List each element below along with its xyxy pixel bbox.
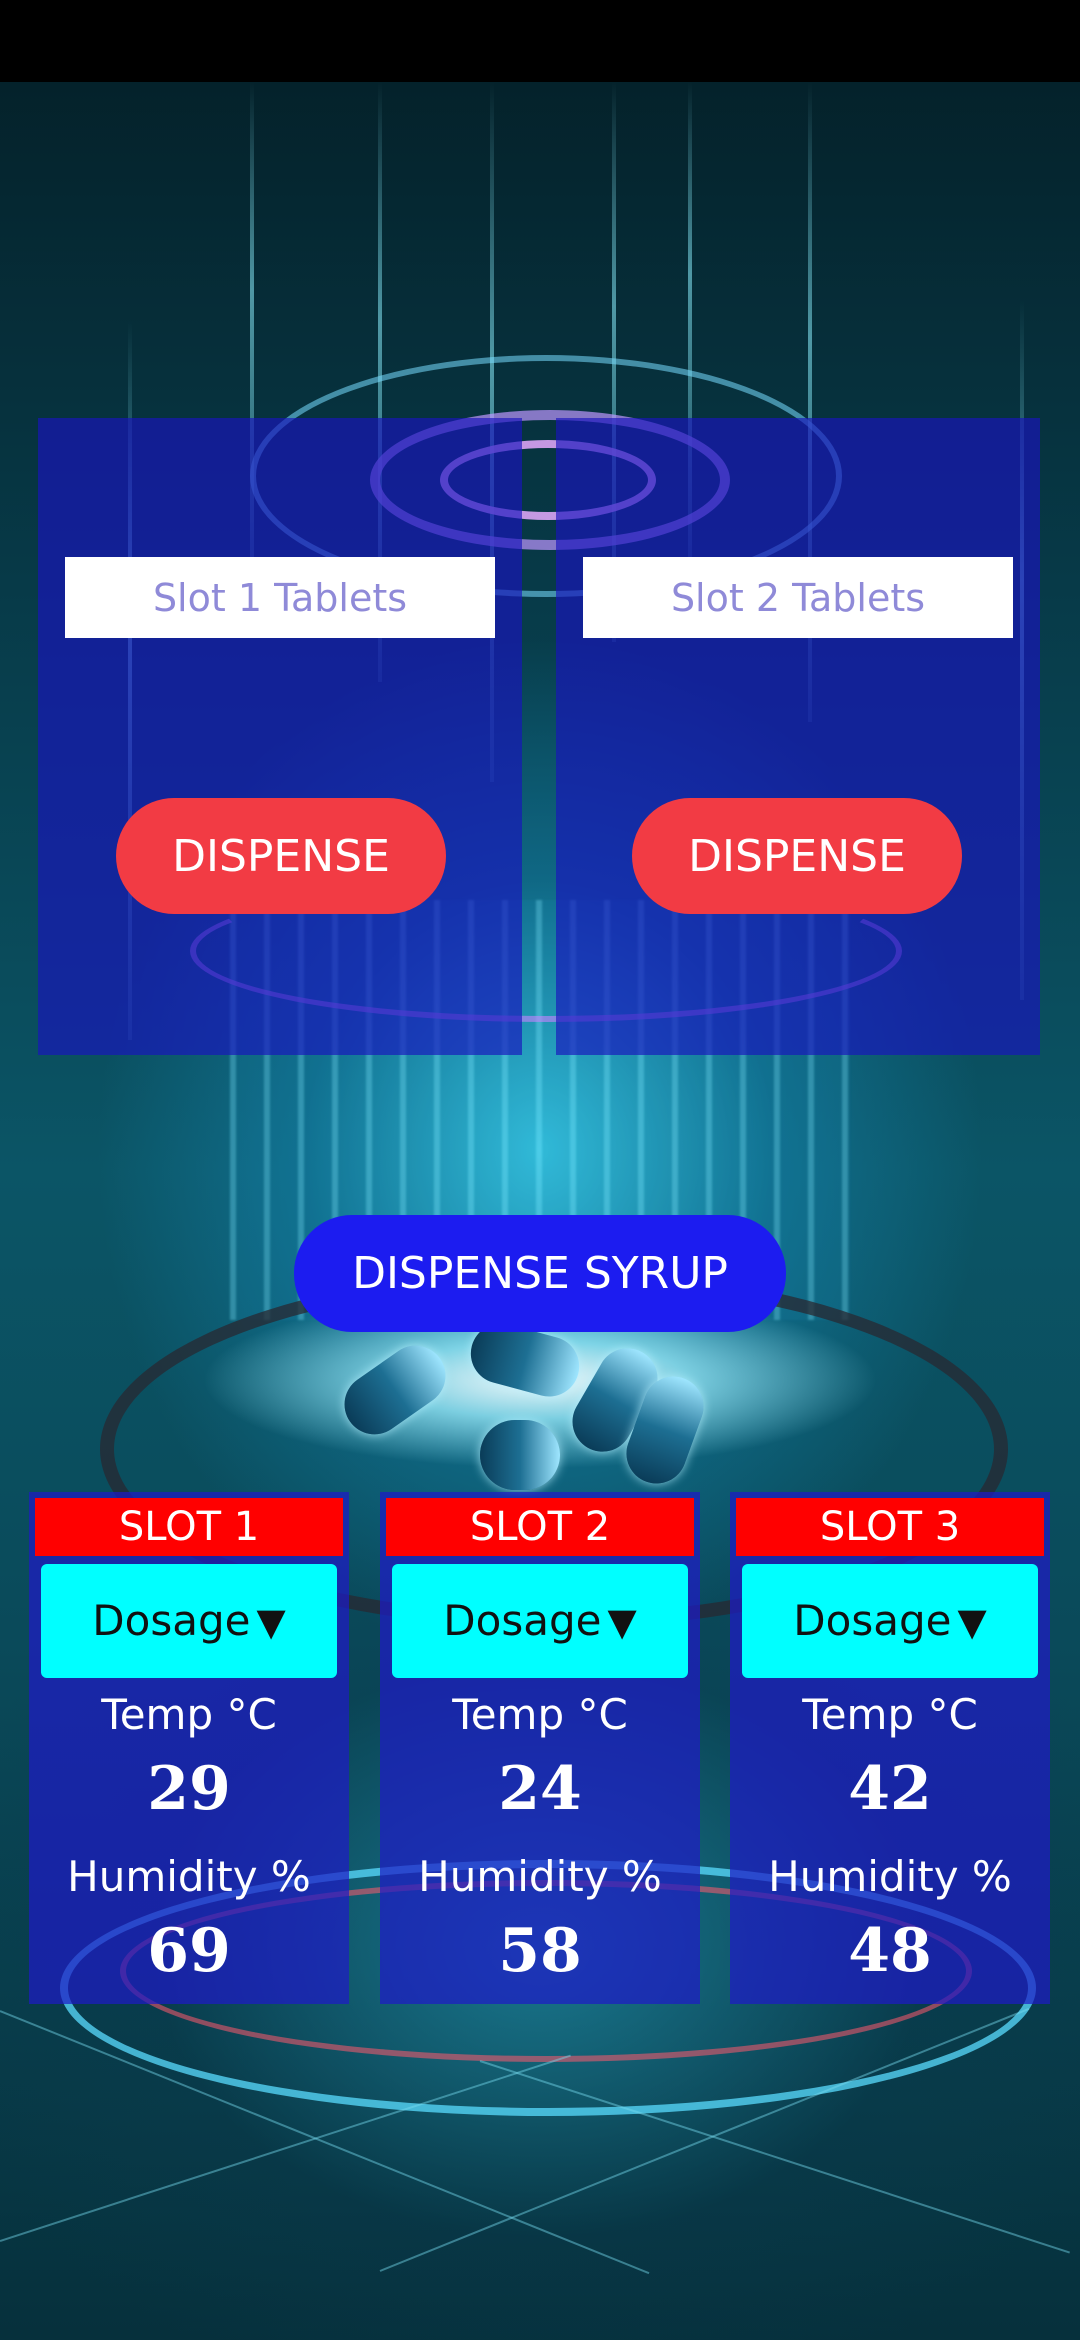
humidity-label: Humidity % bbox=[67, 1852, 311, 1901]
humidity-value: 69 bbox=[147, 1916, 231, 1986]
slot-title: SLOT 3 bbox=[736, 1498, 1044, 1556]
dispense-syrup-button[interactable]: DISPENSE SYRUP bbox=[294, 1215, 786, 1332]
temp-label: Temp °C bbox=[452, 1690, 628, 1739]
slot-1-dosage-dropdown[interactable]: Dosage ▼ bbox=[41, 1564, 337, 1678]
slot-1-tablets-input[interactable] bbox=[65, 557, 495, 638]
temp-value: 24 bbox=[498, 1754, 582, 1824]
slot-card-3: SLOT 3 Dosage ▼ Temp °C 42 Humidity % 48 bbox=[730, 1492, 1050, 2004]
temp-value: 42 bbox=[848, 1754, 932, 1824]
dropdown-arrow-icon: ▼ bbox=[957, 1600, 987, 1644]
tablet-panel-slot-2: DISPENSE bbox=[556, 418, 1040, 1055]
slot-title: SLOT 1 bbox=[35, 1498, 343, 1556]
dropdown-arrow-icon: ▼ bbox=[256, 1600, 286, 1644]
dispense-slot-2-button[interactable]: DISPENSE bbox=[632, 798, 962, 914]
humidity-label: Humidity % bbox=[768, 1852, 1012, 1901]
dispense-slot-1-button[interactable]: DISPENSE bbox=[116, 798, 446, 914]
capsule-graphic bbox=[480, 1420, 560, 1490]
dosage-label: Dosage bbox=[92, 1596, 251, 1645]
dosage-label: Dosage bbox=[793, 1596, 952, 1645]
temp-label: Temp °C bbox=[802, 1690, 978, 1739]
slot-3-dosage-dropdown[interactable]: Dosage ▼ bbox=[742, 1564, 1038, 1678]
app-screen: DISPENSE DISPENSE DISPENSE SYRUP SLOT 1 … bbox=[0, 0, 1080, 2340]
slot-2-tablets-input[interactable] bbox=[583, 557, 1013, 638]
temp-label: Temp °C bbox=[101, 1690, 277, 1739]
slot-card-1: SLOT 1 Dosage ▼ Temp °C 29 Humidity % 69 bbox=[29, 1492, 349, 2004]
tablet-panel-slot-1: DISPENSE bbox=[38, 418, 522, 1055]
status-bar bbox=[0, 0, 1080, 82]
dosage-label: Dosage bbox=[443, 1596, 602, 1645]
slot-2-dosage-dropdown[interactable]: Dosage ▼ bbox=[392, 1564, 688, 1678]
slot-title: SLOT 2 bbox=[386, 1498, 694, 1556]
humidity-value: 48 bbox=[848, 1916, 932, 1986]
temp-value: 29 bbox=[147, 1754, 231, 1824]
slot-card-2: SLOT 2 Dosage ▼ Temp °C 24 Humidity % 58 bbox=[380, 1492, 700, 2004]
humidity-label: Humidity % bbox=[418, 1852, 662, 1901]
humidity-value: 58 bbox=[498, 1916, 582, 1986]
dropdown-arrow-icon: ▼ bbox=[607, 1600, 637, 1644]
